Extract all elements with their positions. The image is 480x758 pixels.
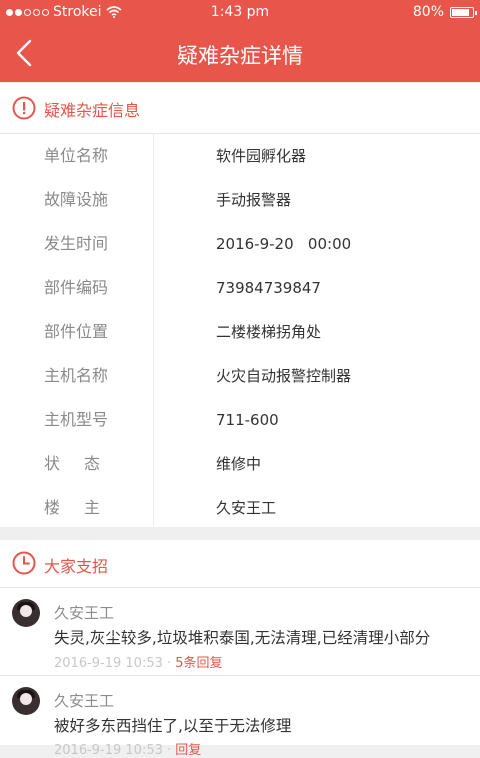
info-row-key: 主机型号 — [0, 398, 154, 442]
info-row-unit-name: 单位名称 软件园孵化器 — [0, 134, 480, 179]
info-row-value: 软件园孵化器 — [216, 147, 307, 165]
info-row-faulty-facility: 故障设施 手动报警器 — [0, 178, 480, 223]
advice-section-title: 大家支招 — [44, 557, 109, 576]
exclamation-circle-icon — [12, 96, 36, 120]
comment-item[interactable]: 久安王工 失灵,灰尘较多,垃圾堆积泰国,无法清理,已经清理小部分 2016-9-… — [0, 588, 480, 676]
battery-percent: 80% — [412, 4, 444, 20]
reply-link[interactable]: 回复 — [175, 743, 201, 758]
avatar[interactable] — [12, 599, 40, 627]
comment-text: 失灵,灰尘较多,垃圾堆积泰国,无法清理,已经清理小部分 — [54, 629, 431, 647]
info-row-part-code: 部件编码 73984739847 — [0, 266, 480, 311]
info-row-poster: 楼主 久安王工 — [0, 486, 480, 531]
comment-text: 被好多东西挡住了,以至于无法修理 — [54, 717, 292, 735]
info-row-value: 维修中 — [216, 455, 262, 473]
info-row-value: 久安王工 — [216, 499, 277, 517]
info-row-part-location: 部件位置 二楼楼梯拐角处 — [0, 310, 480, 355]
clock-icon — [12, 551, 36, 575]
comment-author: 久安王工 — [54, 604, 115, 622]
info-section-title: 疑难杂症信息 — [44, 101, 141, 120]
info-row-value: 手动报警器 — [216, 191, 292, 209]
info-row-occurrence-time: 发生时间 2016-9-20 00:00 — [0, 222, 480, 267]
info-row-key: 状态 — [0, 442, 154, 486]
status-bar: Strokei 1:43 pm 80% — [0, 0, 480, 24]
comment-meta: 2016-9-19 10:53 · 回复 — [54, 739, 201, 758]
info-row-host-name: 主机名称 火灾自动报警控制器 — [0, 354, 480, 399]
info-row-value: 二楼楼梯拐角处 — [216, 323, 322, 341]
navigation-bar: 疑难杂症详情 — [0, 24, 480, 82]
info-row-key: 单位名称 — [0, 134, 154, 178]
comment-item[interactable]: 久安王工 被好多东西挡住了,以至于无法修理 2016-9-19 10:53 · … — [0, 676, 480, 758]
info-row-value: 火灾自动报警控制器 — [216, 367, 352, 385]
battery-indicator: 80% — [412, 4, 477, 20]
page-title: 疑难杂症详情 — [177, 44, 303, 68]
section-separator — [0, 527, 480, 540]
info-row-status: 状态 维修中 — [0, 442, 480, 487]
comment-meta: 2016-9-19 10:53 · 5条回复 — [54, 652, 223, 671]
comment-time: 2016-9-19 10:53 — [54, 656, 163, 671]
info-row-key: 发生时间 — [0, 222, 154, 266]
info-row-key: 部件位置 — [0, 310, 154, 354]
meta-dot: · — [167, 743, 176, 758]
info-row-value: 73984739847 — [216, 279, 321, 297]
info-row-key: 楼主 — [0, 486, 154, 530]
comment-time: 2016-9-19 10:53 — [54, 743, 163, 758]
avatar[interactable] — [12, 687, 40, 715]
info-row-host-model: 主机型号 711-600 — [0, 398, 480, 443]
status-time: 1:43 pm — [210, 4, 270, 20]
info-row-value: 711-600 — [216, 411, 279, 429]
comment-author: 久安王工 — [54, 692, 115, 710]
info-row-key: 故障设施 — [0, 178, 154, 222]
advice-section-header: 大家支招 — [0, 540, 480, 588]
info-section-header: 疑难杂症信息 — [0, 83, 480, 134]
info-row-key: 部件编码 — [0, 266, 154, 310]
battery-icon — [450, 6, 477, 18]
info-row-value: 2016-9-20 00:00 — [216, 235, 352, 253]
info-row-key: 主机名称 — [0, 354, 154, 398]
reply-count-link[interactable]: 5条回复 — [175, 656, 222, 671]
